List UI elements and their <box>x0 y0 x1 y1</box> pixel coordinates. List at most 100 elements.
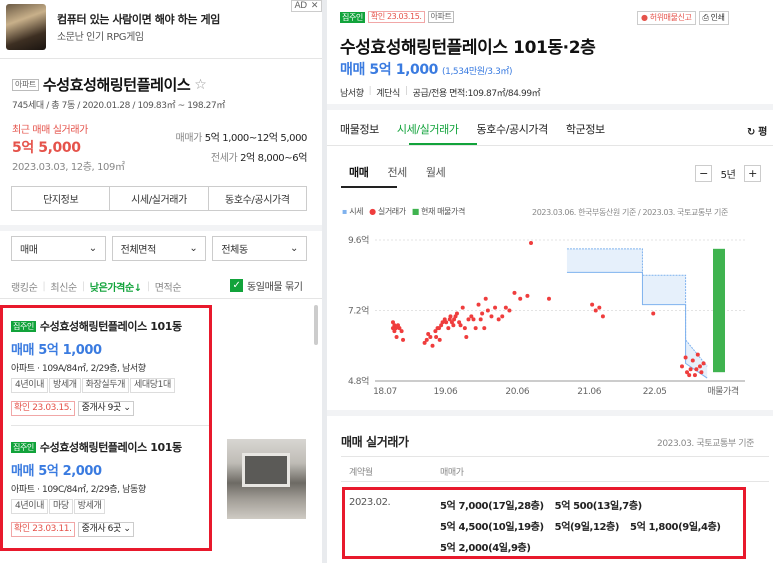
real-price-dot <box>692 373 697 378</box>
group-same-listings[interactable]: ✓ 동일매물 묶기 <box>230 278 303 293</box>
real-price-dot <box>437 337 442 342</box>
tab-unit-price[interactable]: 동호수/공시가격 <box>477 121 549 137</box>
agents-dropdown[interactable]: 중개사 9곳 ⌄ <box>77 401 135 416</box>
legend-current-label: 현재 매물가격 <box>421 207 465 216</box>
sort-separator: | <box>146 281 150 292</box>
real-price-dot <box>485 308 490 313</box>
period-value: 5년 <box>720 170 736 181</box>
info-separator: | <box>404 86 408 96</box>
window-image <box>242 453 290 487</box>
real-price-dot <box>473 326 478 331</box>
trade-entry: 5억 2,000(4일,9층) <box>440 543 531 554</box>
y-tick-label: 9.6억 <box>348 234 369 246</box>
tab-complex-info[interactable]: 단지정보 <box>11 186 111 211</box>
trade-tab-sale[interactable]: 매매 <box>349 164 369 180</box>
legend-market: ▪ 시세 <box>342 206 364 217</box>
listing-panel: 컴퓨터 있는 사람이면 해야 하는 게임 소문난 인기 RPG게임 AD ✕ 아… <box>0 0 322 563</box>
trade-tab-jeonse[interactable]: 전세 <box>387 164 407 180</box>
trade-entry: 5억 4,500(10일,19층) <box>440 522 544 533</box>
listing-photo[interactable] <box>227 439 306 519</box>
trade-row: 5억 7,000(17일,28층) 5억 500(13일,7층) <box>440 496 740 517</box>
chevron-down-icon: ⌄ <box>189 243 198 254</box>
agents-dropdown[interactable]: 중개사 6곳 ⌄ <box>77 522 135 537</box>
legend-line-icon: ▪ <box>342 207 348 216</box>
real-price-dot <box>593 308 598 313</box>
sort-latest[interactable]: 최신순 <box>50 279 77 294</box>
tab-listing-info[interactable]: 매물정보 <box>340 121 379 137</box>
tab-more[interactable]: ↻ 평 <box>747 123 767 138</box>
listing-scrollbar[interactable] <box>314 305 318 345</box>
divider <box>327 145 773 146</box>
feature-chip: 4년이내 <box>11 378 48 393</box>
tab-price-history[interactable]: 시세/실거래가 <box>110 186 209 211</box>
sort-separator: | <box>81 281 85 292</box>
trade-entry: 5억 500(13일,7층) <box>554 501 643 512</box>
sort-area[interactable]: 면적순 <box>155 279 182 294</box>
period-minus-button[interactable]: − <box>695 165 712 182</box>
ad-title[interactable]: 컴퓨터 있는 사람이면 해야 하는 게임 <box>57 11 220 27</box>
listing-title[interactable]: 수성효성해링턴플레이스 101동 <box>40 439 182 455</box>
period-plus-button[interactable]: + <box>744 165 761 182</box>
confirm-date: 확인 23.03.15. <box>11 401 75 416</box>
trade-type-select[interactable]: 매매 ⌄ <box>11 236 106 261</box>
real-price-dot <box>464 334 469 339</box>
favorite-star-icon[interactable]: ☆ <box>194 77 207 93</box>
owner-tag: 집주인 <box>340 11 365 23</box>
trade-tab-monthly[interactable]: 월세 <box>426 164 446 180</box>
detail-price-per-area: (1,534만원/3.3㎡) <box>442 67 513 77</box>
agents-count: 중개사 9곳 <box>81 403 122 413</box>
tab-school[interactable]: 학군정보 <box>566 121 605 137</box>
real-price-dot <box>480 311 485 316</box>
recent-price-date: 2023.03.03, 12층, 109㎡ <box>12 162 125 173</box>
listing-item[interactable]: 집주인 수성효성해링턴플레이스 101동 매매 5억 1,000 아파트 · 1… <box>11 318 211 416</box>
real-price-dot <box>687 373 692 378</box>
x-tick-label: 19.06 <box>434 387 458 397</box>
x-tick-label: 21.06 <box>577 387 601 397</box>
building-select[interactable]: 전체동 ⌄ <box>212 236 308 261</box>
detail-info: 남서향 | 계단식 | 공급/전용 면적:109.87㎡/84.99㎡ <box>340 86 541 99</box>
print-button[interactable]: ⎙ 인쇄 <box>698 11 729 25</box>
complex-type-chip: 아파트 <box>12 78 39 91</box>
sort-low-price[interactable]: 낮은가격순↓ <box>90 279 142 294</box>
info-stairs: 계단식 <box>376 89 400 99</box>
real-price-dot <box>688 367 693 372</box>
print-icon: ⎙ <box>702 13 709 22</box>
listing-title[interactable]: 수성효성해링턴플레이스 101동 <box>40 318 182 334</box>
sort-ranking[interactable]: 랭킹순 <box>11 279 38 294</box>
group-same-label: 동일매물 묶기 <box>247 282 303 293</box>
listing-item[interactable]: 집주인 수성효성해링턴플레이스 101동 매매 5억 2,000 아파트 · 1… <box>11 439 211 537</box>
price-chart: 9.6억 7.2억 4.8억 18.07 19.06 20.06 21.06 22.05 매물가… <box>327 226 773 406</box>
real-price-dot <box>401 337 406 342</box>
real-price-dot <box>512 290 517 295</box>
real-price-dot <box>399 329 404 334</box>
complex-name: 수성효성해링턴플레이스 <box>42 76 191 94</box>
divider <box>11 425 209 426</box>
real-price-dot <box>460 305 465 310</box>
real-price-dot <box>697 364 702 369</box>
real-price-dot <box>496 317 501 322</box>
report-button[interactable]: ● 허위매물신고 <box>637 11 696 25</box>
owner-tag: 집주인 <box>11 441 36 453</box>
ad-close-icon[interactable]: ✕ <box>311 1 319 11</box>
y-tick-label: 7.2억 <box>348 305 369 317</box>
feature-chip: 마당 <box>48 499 73 514</box>
real-price-dot <box>458 323 463 328</box>
real-price-dot <box>695 352 700 357</box>
detail-price-row: 매매 5억 1,000 (1,534만원/3.3㎡) <box>340 59 513 79</box>
real-price-dot <box>478 317 483 322</box>
tab-unit-price[interactable]: 동호수/공시가격 <box>208 186 307 211</box>
chevron-down-icon: ⌄ <box>88 243 97 254</box>
divider <box>341 481 769 482</box>
sort-bar: 랭킹순 | 최신순 | 낮은가격순↓ | 면적순 <box>11 279 182 294</box>
real-price-dot <box>489 314 494 319</box>
ad-thumbnail[interactable] <box>6 4 46 50</box>
agents-count: 중개사 6곳 <box>81 524 122 534</box>
ad-subtitle[interactable]: 소문난 인기 RPG게임 <box>57 28 144 43</box>
divider <box>0 58 322 59</box>
area-select[interactable]: 전체면적 ⌄ <box>111 236 207 261</box>
jeonse-range-label: 전세가 <box>210 153 238 164</box>
checkbox-checked-icon[interactable]: ✓ <box>230 279 243 292</box>
trade-list-title: 매매 실거래가 <box>341 435 409 449</box>
tab-price-history[interactable]: 시세/실거래가 <box>397 121 459 137</box>
real-price-dot <box>507 308 512 313</box>
